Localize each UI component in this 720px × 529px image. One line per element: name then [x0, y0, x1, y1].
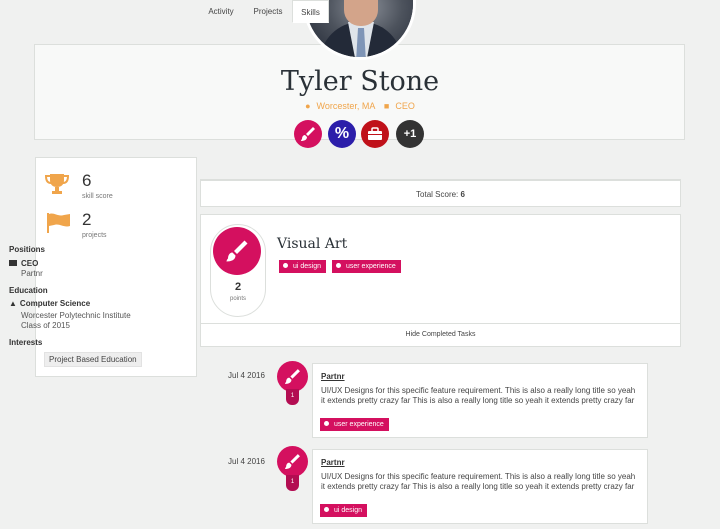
timeline-skill-icon — [277, 446, 308, 477]
skill-score-value: 6 — [82, 171, 92, 190]
interest-chip[interactable]: Project Based Education — [44, 352, 142, 367]
education-heading: Education — [9, 286, 48, 295]
profile-role: CEO — [395, 101, 415, 111]
position-item: CEO — [9, 259, 38, 268]
total-score: Total Score: 6 — [200, 180, 681, 207]
timeline-tag[interactable]: ui design — [320, 504, 368, 517]
paintbrush-icon — [301, 127, 315, 141]
paintbrush-icon — [285, 454, 300, 469]
badge-percent[interactable]: % — [328, 120, 356, 148]
timeline-tag[interactable]: user experience — [320, 418, 389, 431]
timeline-entry-desc: UI/UX Designs for this specific feature … — [321, 472, 636, 491]
profile-location: Worcester, MA — [316, 101, 376, 111]
interests-heading: Interests — [9, 338, 43, 347]
tab-projects[interactable]: Projects — [246, 0, 290, 23]
briefcase-small-icon — [9, 260, 17, 266]
briefcase-icon — [368, 127, 382, 140]
paintbrush-icon — [226, 240, 248, 262]
badge-more[interactable]: +1 — [396, 120, 424, 148]
tab-activity[interactable]: Activity — [200, 0, 242, 23]
percent-icon: % — [334, 125, 350, 142]
timeline-date: Jul 4 2016 — [228, 371, 265, 380]
timeline-count: 1 — [286, 475, 299, 491]
timeline-entry-title[interactable]: Partnr — [321, 372, 345, 381]
timeline-skill-icon — [277, 361, 308, 392]
trophy-icon — [45, 174, 69, 194]
timeline-date: Jul 4 2016 — [228, 457, 265, 466]
profile-meta: ● Worcester, MA ■ CEO — [0, 101, 720, 111]
hide-completed-button[interactable]: Hide Completed Tasks — [200, 323, 681, 347]
badge-paintbrush[interactable] — [294, 120, 322, 148]
skill-points-value: 2 — [234, 281, 242, 293]
profile-name: Tyler Stone — [280, 66, 440, 97]
projects-label: projects — [82, 232, 107, 239]
flag-icon — [47, 213, 70, 233]
skill-tag[interactable]: ui design — [279, 260, 327, 273]
timeline-entry-desc: UI/UX Designs for this specific feature … — [321, 386, 636, 405]
skill-points-label: points — [229, 296, 246, 302]
skill-tag[interactable]: user experience — [332, 260, 401, 273]
badge-briefcase[interactable] — [361, 120, 389, 148]
paintbrush-icon — [285, 369, 300, 384]
total-score-value: 6 — [460, 190, 465, 199]
position-company: Partnr — [21, 269, 43, 278]
timeline-entry-title[interactable]: Partnr — [321, 458, 345, 467]
skill-icon-circle — [213, 227, 261, 275]
skill-title: Visual Art — [277, 236, 348, 252]
projects-value: 2 — [82, 210, 92, 229]
education-class: Class of 2015 — [21, 321, 70, 330]
timeline-count: 1 — [286, 389, 299, 405]
skill-score-label: skill score — [82, 193, 113, 200]
briefcase-icon: ■ — [383, 101, 390, 111]
education-item: ▲ Computer Science — [9, 299, 91, 308]
positions-heading: Positions — [9, 245, 46, 254]
tab-skills[interactable]: Skills — [292, 0, 329, 23]
location-icon: ● — [305, 101, 311, 111]
education-school: Worcester Polytechnic Institute — [21, 311, 131, 320]
more-badges-icon: +1 — [403, 128, 417, 140]
graduation-cap-icon: ▲ — [9, 299, 17, 308]
